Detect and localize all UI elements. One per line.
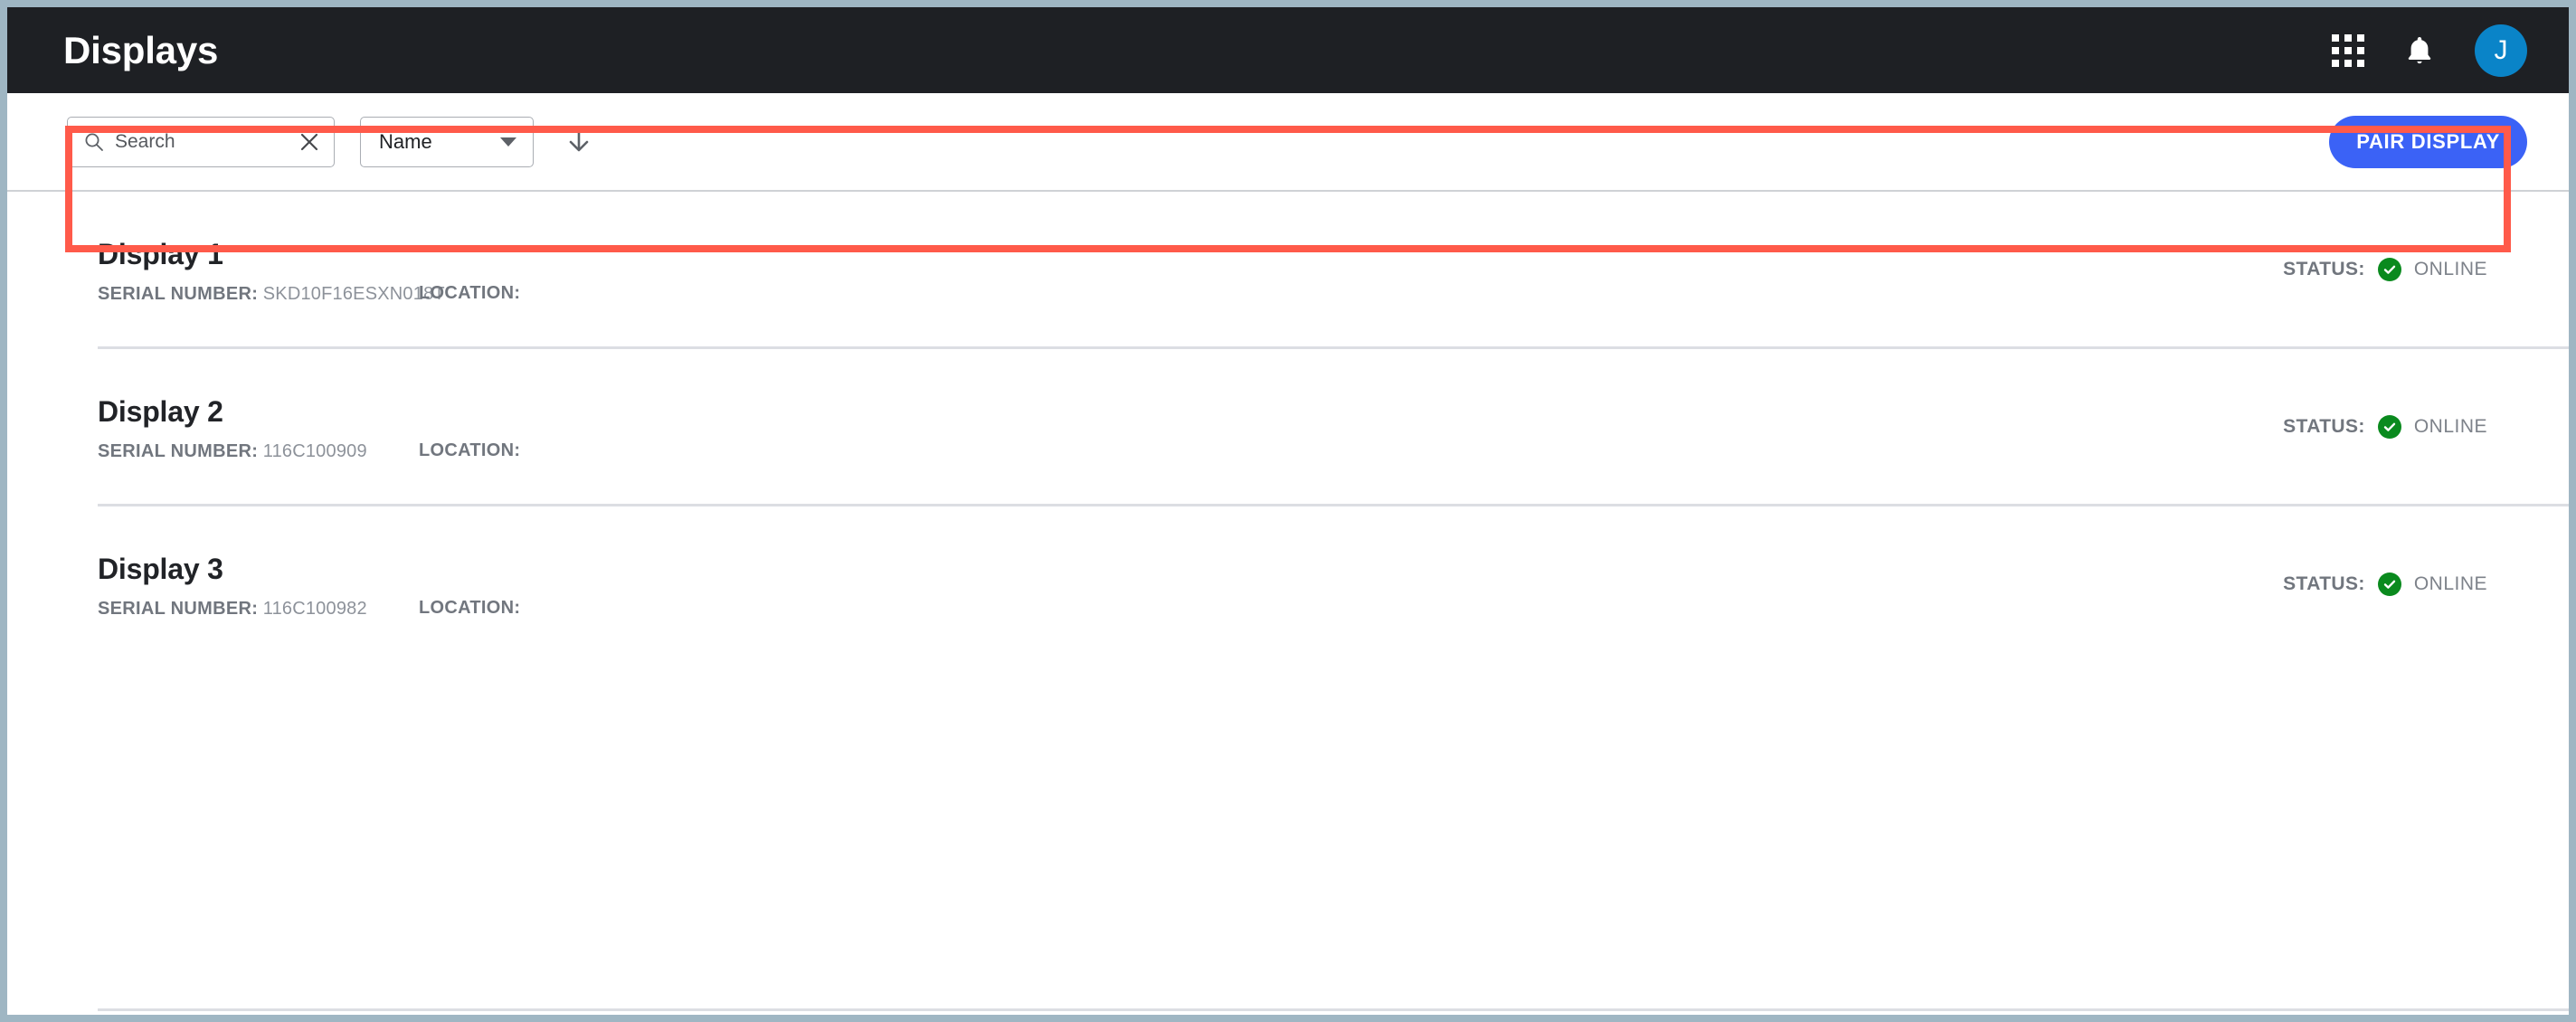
table-row[interactable]: Display 2 SERIAL NUMBER: 116C100909 LOCA… bbox=[7, 349, 2569, 504]
grid-cell bbox=[2344, 46, 2352, 54]
search-icon bbox=[84, 132, 104, 152]
serial-number-label: SERIAL NUMBER: bbox=[98, 440, 259, 461]
page-title: Displays bbox=[63, 28, 219, 71]
location: LOCATION: bbox=[419, 440, 1052, 504]
location-label: LOCATION: bbox=[419, 283, 521, 303]
serial-number-label: SERIAL NUMBER: bbox=[98, 598, 259, 619]
serial-number: SERIAL NUMBER: SKD10F16ESXN018T bbox=[98, 283, 445, 305]
status-label: STATUS: bbox=[2283, 573, 2365, 594]
location-label: LOCATION: bbox=[419, 440, 521, 460]
app-window: Displays J Search Name PAIR DISPLAY Disp… bbox=[0, 0, 2576, 1022]
display-name: Display 1 bbox=[98, 237, 223, 270]
chevron-down-icon bbox=[500, 137, 516, 147]
serial-number-value: 116C100909 bbox=[262, 440, 367, 461]
row-primary: Display 1 SERIAL NUMBER: SKD10F16ESXN018… bbox=[98, 234, 445, 305]
serial-number: SERIAL NUMBER: 116C100909 bbox=[98, 441, 419, 462]
grid-apps-icon[interactable] bbox=[2332, 33, 2364, 67]
serial-number-label: SERIAL NUMBER: bbox=[98, 283, 259, 304]
display-name: Display 2 bbox=[98, 394, 223, 428]
row-divider bbox=[98, 1008, 2569, 1011]
search-input[interactable] bbox=[115, 130, 287, 153]
toolbar: Name PAIR DISPLAY bbox=[7, 93, 2569, 192]
grid-cell bbox=[2332, 59, 2339, 67]
status-label: STATUS: bbox=[2283, 415, 2365, 437]
serial-number-value: 116C100982 bbox=[262, 598, 367, 619]
arrow-down-icon bbox=[564, 124, 593, 159]
status-value: ONLINE bbox=[2413, 573, 2487, 594]
table-row[interactable]: Display 1 SERIAL NUMBER: SKD10F16ESXN018… bbox=[7, 192, 2569, 346]
bell-icon[interactable] bbox=[2404, 34, 2435, 67]
table-row[interactable]: Display 3 SERIAL NUMBER: 116C100982 LOCA… bbox=[7, 506, 2569, 661]
grid-cell bbox=[2332, 46, 2339, 54]
display-name: Display 3 bbox=[98, 552, 223, 585]
grid-cell bbox=[2357, 46, 2364, 54]
status-label: STATUS: bbox=[2283, 258, 2365, 279]
grid-cell bbox=[2344, 33, 2352, 42]
status-badge: STATUS: ONLINE bbox=[2283, 257, 2527, 281]
row-primary: Display 2 SERIAL NUMBER: 116C100909 bbox=[98, 392, 419, 462]
grid-cell bbox=[2332, 33, 2339, 42]
grid-cell bbox=[2357, 33, 2364, 42]
row-primary: Display 3 SERIAL NUMBER: 116C100982 bbox=[98, 549, 419, 620]
check-circle-icon bbox=[2377, 414, 2401, 439]
sort-by-select[interactable]: Name bbox=[360, 116, 534, 167]
grid-cell bbox=[2344, 59, 2352, 67]
status-badge: STATUS: ONLINE bbox=[2283, 572, 2527, 596]
status-value: ONLINE bbox=[2413, 258, 2487, 279]
app-header: Displays J bbox=[7, 7, 2569, 93]
sort-by-value: Name bbox=[379, 129, 432, 153]
display-list: Display 1 SERIAL NUMBER: SKD10F16ESXN018… bbox=[7, 192, 2569, 661]
sort-direction-button[interactable] bbox=[559, 122, 599, 162]
status-badge: STATUS: ONLINE bbox=[2283, 414, 2527, 439]
avatar-initial: J bbox=[2494, 34, 2508, 65]
pair-display-button[interactable]: PAIR DISPLAY bbox=[2329, 115, 2527, 168]
close-icon[interactable] bbox=[298, 130, 321, 154]
grid-cell bbox=[2357, 59, 2364, 67]
check-circle-icon bbox=[2377, 257, 2401, 281]
location: LOCATION: bbox=[419, 598, 1052, 661]
serial-number: SERIAL NUMBER: 116C100982 bbox=[98, 599, 419, 620]
status-value: ONLINE bbox=[2413, 415, 2487, 437]
check-circle-icon bbox=[2377, 572, 2401, 596]
avatar[interactable]: J bbox=[2475, 24, 2527, 77]
search-field[interactable] bbox=[67, 116, 335, 167]
location: LOCATION: bbox=[419, 283, 1052, 346]
serial-number-value: SKD10F16ESXN018T bbox=[262, 283, 445, 304]
header-actions: J bbox=[2332, 24, 2527, 77]
location-label: LOCATION: bbox=[419, 598, 521, 618]
